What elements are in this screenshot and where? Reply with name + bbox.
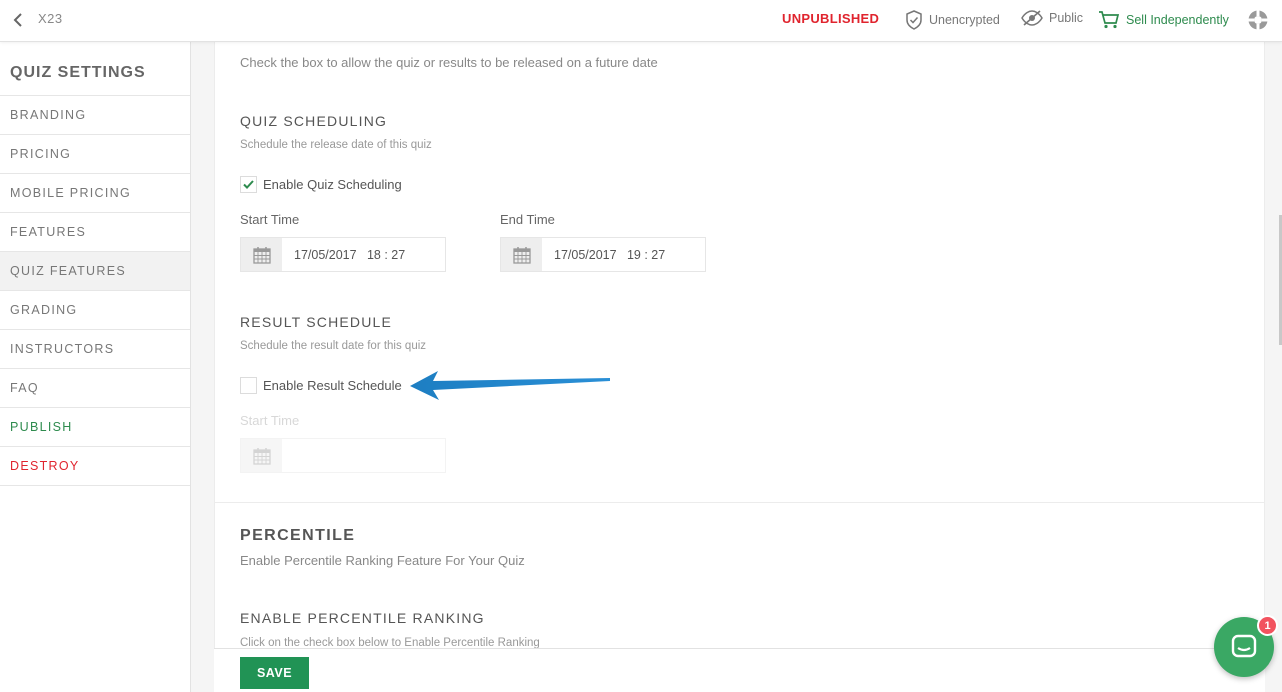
result-start-time-label: Start Time: [240, 413, 300, 428]
quiz-scheduling-check-box[interactable]: [240, 176, 257, 193]
save-button[interactable]: SAVE: [240, 657, 309, 689]
top-bar: X23 UNPUBLISHED Unencrypted Public Sell …: [0, 0, 1282, 42]
sell-independently-link[interactable]: Sell Independently: [1098, 10, 1229, 29]
settings-sidebar: QUIZ SETTINGS BRANDING PRICING MOBILE PR…: [0, 42, 191, 692]
sidebar-item-pricing[interactable]: PRICING: [0, 135, 190, 174]
visibility-toggle[interactable]: Public: [1021, 10, 1083, 26]
sidebar-item-features[interactable]: FEATURES: [0, 213, 190, 252]
annotation-arrow-icon: [410, 371, 610, 400]
enable-quiz-scheduling-checkbox[interactable]: Enable Quiz Scheduling: [240, 176, 402, 193]
checkmark-icon: [243, 180, 254, 189]
percentile-description: Enable Percentile Ranking Feature For Yo…: [240, 553, 525, 568]
quiz-scheduling-title: QUIZ SCHEDULING: [240, 113, 388, 129]
sidebar-item-instructors[interactable]: INSTRUCTORS: [0, 330, 190, 369]
encryption-label: Unencrypted: [929, 13, 1000, 27]
calendar-icon[interactable]: [241, 238, 282, 271]
eye-slash-icon: [1021, 10, 1043, 26]
back-chevron-icon[interactable]: [10, 11, 26, 29]
quiz-end-time-field[interactable]: 17/05/2017 19 : 27: [500, 237, 706, 272]
percentile-ranking-title: ENABLE PERCENTILE RANKING: [240, 610, 485, 626]
sidebar-item-faq[interactable]: FAQ: [0, 369, 190, 408]
quiz-start-time-label: Start Time: [240, 212, 300, 227]
encryption-toggle[interactable]: Unencrypted: [905, 10, 1000, 30]
result-schedule-check-box[interactable]: [240, 377, 257, 394]
percentile-ranking-description: Click on the check box below to Enable P…: [240, 637, 540, 648]
help-lifebuoy-icon[interactable]: [1247, 9, 1275, 31]
sidebar-item-branding[interactable]: BRANDING: [0, 96, 190, 135]
chat-icon: [1231, 634, 1257, 658]
quiz-start-time-value[interactable]: 17/05/2017 18 : 27: [282, 238, 405, 271]
main-content: Check the box to allow the quiz or resul…: [214, 42, 1265, 648]
quiz-scheduling-description: Schedule the release date of this quiz: [240, 139, 432, 151]
calendar-icon: [241, 439, 282, 472]
sidebar-item-grading[interactable]: GRADING: [0, 291, 190, 330]
result-start-time-field: [240, 438, 446, 473]
bottom-action-bar: SAVE: [214, 648, 1265, 692]
sidebar-title: QUIZ SETTINGS: [0, 42, 190, 96]
percentile-title: PERCENTILE: [240, 527, 356, 544]
quiz-name: X23: [38, 11, 63, 26]
sidebar-item-quiz-features[interactable]: QUIZ FEATURES: [0, 252, 190, 291]
chat-unread-badge: 1: [1257, 615, 1278, 636]
quiz-end-time-value[interactable]: 17/05/2017 19 : 27: [542, 238, 665, 271]
shield-check-icon: [906, 10, 922, 30]
sell-label: Sell Independently: [1126, 12, 1229, 27]
sidebar-item-mobile-pricing[interactable]: MOBILE PRICING: [0, 174, 190, 213]
quiz-scheduling-checkbox-label: Enable Quiz Scheduling: [263, 177, 402, 192]
result-schedule-title: RESULT SCHEDULE: [240, 314, 393, 330]
quiz-start-time-field[interactable]: 17/05/2017 18 : 27: [240, 237, 446, 272]
quiz-end-time-label: End Time: [500, 212, 555, 227]
scheduling-description: Check the box to allow the quiz or resul…: [240, 55, 658, 70]
result-schedule-checkbox-label: Enable Result Schedule: [263, 378, 402, 393]
enable-result-schedule-checkbox[interactable]: Enable Result Schedule: [240, 377, 402, 394]
visibility-label: Public: [1049, 11, 1084, 25]
cart-icon: [1099, 11, 1120, 29]
sidebar-item-destroy[interactable]: DESTROY: [0, 447, 190, 486]
sidebar-item-publish[interactable]: PUBLISH: [0, 408, 190, 447]
publish-status-badge: UNPUBLISHED: [782, 11, 880, 26]
section-divider: [215, 502, 1264, 503]
calendar-icon[interactable]: [501, 238, 542, 271]
result-schedule-description: Schedule the result date for this quiz: [240, 340, 427, 352]
